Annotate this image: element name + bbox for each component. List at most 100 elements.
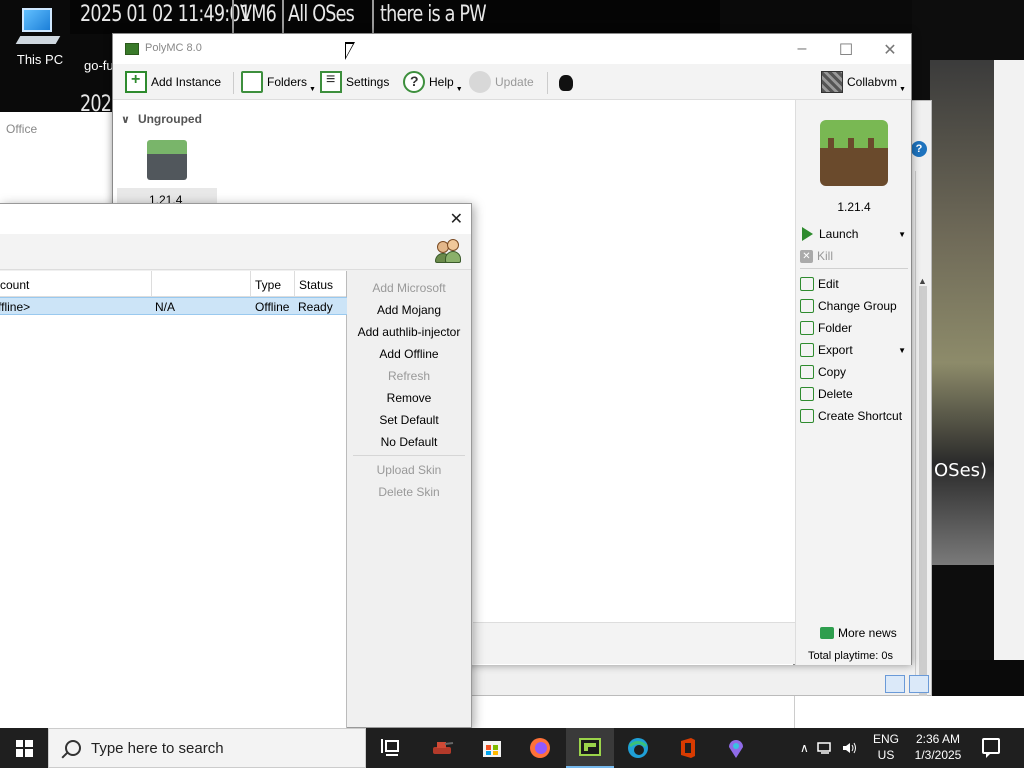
- copy-button[interactable]: Copy: [800, 362, 910, 382]
- upload-skin-button[interactable]: Upload Skin: [347, 463, 471, 477]
- launch-button[interactable]: Launch ▼: [800, 224, 910, 244]
- account-actions: Add Microsoft Add Mojang Add authlib-inj…: [347, 271, 472, 729]
- webcam-overlay-text: OSes): [934, 460, 988, 481]
- title-bar[interactable]: PolyMC 8.0 – ☐ ✕: [113, 34, 911, 64]
- status-bar: [473, 622, 795, 664]
- scrollbar[interactable]: ▲ ▼: [915, 171, 929, 706]
- update-button[interactable]: Update: [469, 68, 534, 96]
- taskbar-app-store[interactable]: [468, 728, 516, 768]
- add-mojang-button[interactable]: Add Mojang: [347, 303, 471, 317]
- windows-logo-icon: [15, 739, 33, 757]
- column-divider[interactable]: [151, 271, 152, 297]
- folders-button[interactable]: Folders ▼: [241, 68, 316, 96]
- chevron-down-icon: ▼: [898, 229, 906, 239]
- taskbar-app-edge[interactable]: [614, 728, 662, 768]
- dialog-toolbar: [0, 234, 471, 270]
- column-header-status[interactable]: Status: [299, 278, 333, 292]
- add-instance-label: Add Instance: [151, 75, 222, 89]
- instance-side-panel: 1.21.4 Launch ▼ ✕ Kill Edit Change Group…: [795, 100, 911, 665]
- kill-label: Kill: [817, 249, 834, 263]
- column-divider[interactable]: [294, 271, 295, 297]
- volume-icon[interactable]: [841, 741, 857, 755]
- chevron-up-icon[interactable]: ∧: [800, 741, 809, 755]
- avatar: [821, 71, 843, 93]
- more-news-button[interactable]: More news: [820, 626, 897, 640]
- column-divider[interactable]: [250, 271, 251, 297]
- grass-block-icon[interactable]: [820, 120, 888, 186]
- export-button[interactable]: Export ▼: [800, 340, 910, 360]
- taskbar-app-tank[interactable]: [418, 728, 466, 768]
- details-view-icon[interactable]: [885, 675, 905, 693]
- close-button[interactable]: ✕: [875, 40, 905, 60]
- notification-icon[interactable]: [982, 738, 1000, 758]
- export-label: Export: [818, 343, 853, 357]
- start-button[interactable]: [0, 728, 48, 768]
- background-panel: [794, 696, 1024, 728]
- table-row[interactable]: ffline> N/A Offline Ready: [0, 297, 347, 315]
- chevron-down-icon: ▼: [455, 85, 463, 93]
- group-header[interactable]: ∨ Ungrouped: [121, 112, 202, 126]
- polymc-app-icon: [125, 43, 139, 55]
- status-cell: Ready: [298, 300, 333, 314]
- taskbar-search[interactable]: Type here to search: [48, 728, 366, 768]
- settings-label: Settings: [346, 75, 390, 89]
- wallpaper-vm: VM6: [240, 2, 277, 27]
- refresh-button[interactable]: Refresh: [347, 369, 471, 383]
- no-default-button[interactable]: No Default: [347, 435, 471, 449]
- taskbar-app-office[interactable]: [664, 728, 712, 768]
- cat-button[interactable]: [557, 68, 579, 96]
- folder-icon: [241, 71, 263, 93]
- cat-icon: [557, 71, 575, 93]
- chevron-down-icon: ∨: [121, 113, 130, 126]
- edge-icon: [628, 738, 648, 758]
- create-shortcut-button[interactable]: Create Shortcut: [800, 406, 910, 426]
- copy-label: Copy: [818, 365, 847, 379]
- help-icon[interactable]: ?: [911, 141, 927, 157]
- scroll-thumb[interactable]: [919, 286, 927, 706]
- dialog-title-bar[interactable]: ✕: [0, 204, 471, 234]
- set-default-button[interactable]: Set Default: [347, 413, 471, 427]
- network-icon[interactable]: [817, 741, 835, 755]
- scroll-up-icon[interactable]: ▲: [918, 276, 927, 286]
- mouse-cursor-icon: [345, 42, 355, 60]
- system-tray: ∧: [800, 728, 857, 768]
- change-group-button[interactable]: Change Group: [800, 296, 910, 316]
- folder-button[interactable]: Folder: [800, 318, 910, 338]
- taskbar-app-maps[interactable]: [712, 728, 760, 768]
- desktop-icon-label: This PC: [16, 52, 64, 67]
- delete-skin-button[interactable]: Delete Skin: [347, 485, 471, 499]
- desktop-icon-this-pc[interactable]: This PC: [10, 8, 70, 67]
- remove-button[interactable]: Remove: [347, 391, 471, 405]
- taskbar-app-firefox[interactable]: [516, 728, 564, 768]
- main-toolbar: Add Instance Folders ▼ Settings Help ▼ U…: [113, 64, 911, 100]
- uuid-cell: N/A: [155, 300, 176, 314]
- view-toggle: [885, 675, 929, 693]
- account-menu-button[interactable]: Collabvm ▼: [821, 68, 906, 96]
- column-header-type[interactable]: Type: [255, 278, 281, 292]
- taskbar-app-polymc[interactable]: [566, 728, 614, 768]
- toolbar-separator: [547, 72, 548, 94]
- launch-label: Launch: [819, 227, 859, 241]
- help-button[interactable]: Help ▼: [403, 68, 463, 96]
- background-window-edge: [994, 60, 1024, 660]
- large-icons-view-icon[interactable]: [909, 675, 929, 693]
- search-icon: [65, 740, 81, 756]
- settings-button[interactable]: Settings: [320, 68, 389, 96]
- column-header-account[interactable]: count: [0, 278, 29, 292]
- maximize-button[interactable]: ☐: [831, 40, 861, 60]
- add-offline-button[interactable]: Add Offline: [347, 347, 471, 361]
- desktop-icon-go-label[interactable]: go-fu: [84, 58, 114, 73]
- edit-button[interactable]: Edit: [800, 274, 910, 294]
- close-button[interactable]: ✕: [450, 209, 463, 229]
- delete-button[interactable]: Delete: [800, 384, 910, 404]
- accounts-icon[interactable]: [435, 239, 461, 265]
- taskbar-clock[interactable]: 2:36 AM 1/3/2025: [900, 731, 976, 763]
- add-instance-button[interactable]: Add Instance: [125, 68, 221, 96]
- add-authlib-injector-button[interactable]: Add authlib-injector: [347, 325, 471, 339]
- account-cell: ffline>: [0, 300, 31, 314]
- minimize-button[interactable]: –: [787, 40, 817, 58]
- instance-icon[interactable]: [147, 140, 187, 180]
- task-view-button[interactable]: [368, 728, 416, 768]
- kill-button[interactable]: ✕ Kill: [800, 246, 910, 266]
- add-microsoft-button[interactable]: Add Microsoft: [347, 281, 471, 295]
